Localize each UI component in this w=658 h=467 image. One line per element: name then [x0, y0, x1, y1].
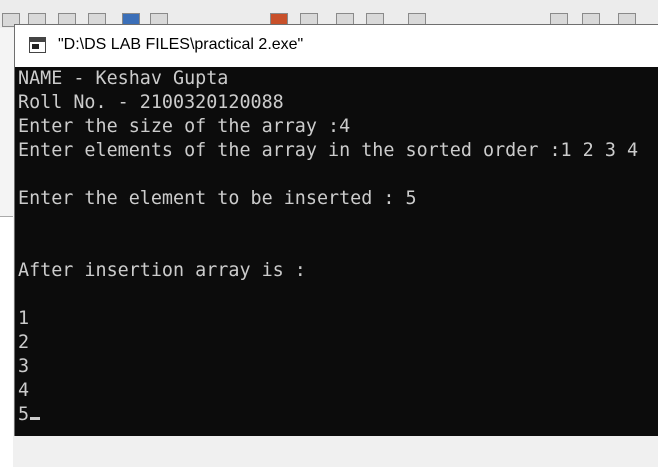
console-line: After insertion array is :: [18, 260, 306, 281]
console-line: 4: [18, 380, 30, 401]
console-app-icon: [29, 37, 46, 53]
console-line: 1: [18, 308, 30, 329]
console-line: NAME - Keshav Gupta: [18, 68, 229, 89]
console-line: 3: [18, 356, 30, 377]
console-output[interactable]: NAME - Keshav Gupta Roll No. - 210032012…: [15, 67, 658, 436]
console-line: Enter the element to be inserted : 5: [18, 188, 417, 209]
console-line: Enter elements of the array in the sorte…: [18, 140, 639, 161]
console-line: 5: [18, 403, 41, 427]
console-line: Roll No. - 2100320120088: [18, 92, 284, 113]
background-ide-left-panel: [0, 28, 15, 467]
console-line: Enter the size of the array :4: [18, 116, 351, 137]
window-title: "D:\DS LAB FILES\practical 2.exe": [58, 36, 304, 53]
console-window[interactable]: "D:\DS LAB FILES\practical 2.exe" NAME -…: [14, 24, 658, 436]
console-line: 2: [18, 332, 30, 353]
text-cursor: [30, 417, 41, 420]
console-line-text: 5: [18, 404, 30, 425]
background-ide-left-bar: [0, 216, 13, 467]
console-titlebar[interactable]: "D:\DS LAB FILES\practical 2.exe": [15, 25, 658, 67]
